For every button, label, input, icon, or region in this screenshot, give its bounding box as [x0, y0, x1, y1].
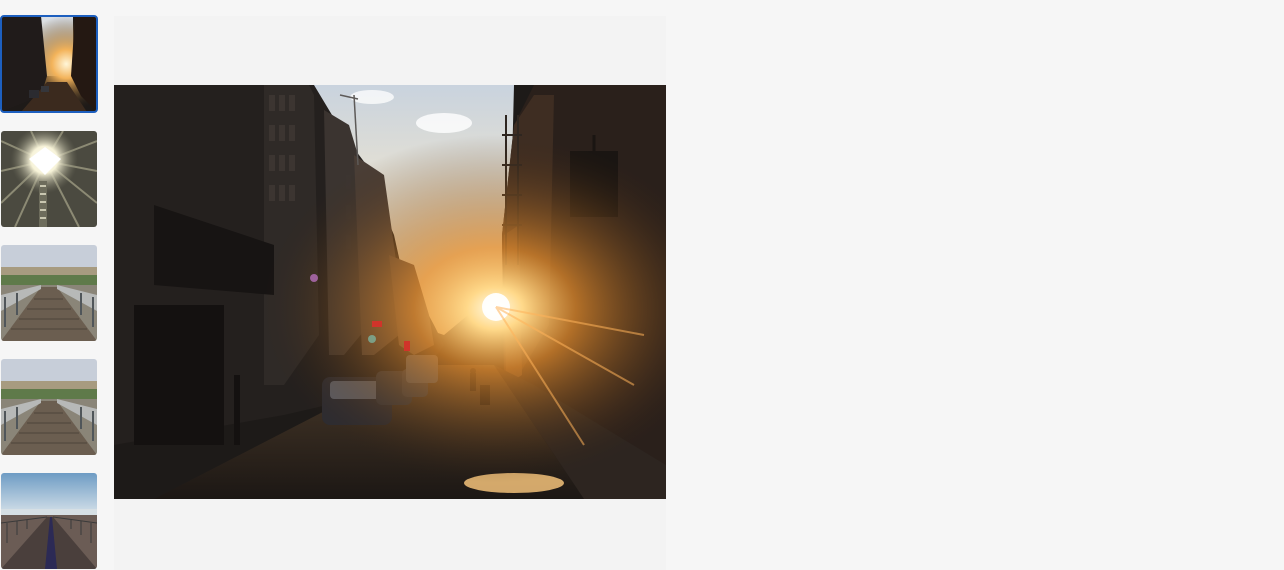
- tunnel-thumbnail-image: [1, 131, 97, 227]
- bridge-thumbnail-image: [1, 245, 97, 341]
- city-street-thumbnail-image: [1, 16, 97, 112]
- thumbnail-tunnel-skylight[interactable]: [1, 131, 97, 227]
- thumbnail-pier-sea[interactable]: [1, 473, 97, 569]
- image-gallery-app: [0, 0, 1284, 570]
- image-viewer: [114, 16, 666, 570]
- bridge-thumbnail-image: [1, 359, 97, 455]
- pier-thumbnail-image: [1, 473, 97, 569]
- thumbnail-city-street-sunset[interactable]: [0, 15, 98, 113]
- city-street-image: [114, 85, 666, 499]
- thumbnail-boardwalk-bridge-2[interactable]: [1, 359, 97, 455]
- thumbnail-boardwalk-bridge[interactable]: [1, 245, 97, 341]
- main-image-city-street-sunset[interactable]: [114, 85, 666, 499]
